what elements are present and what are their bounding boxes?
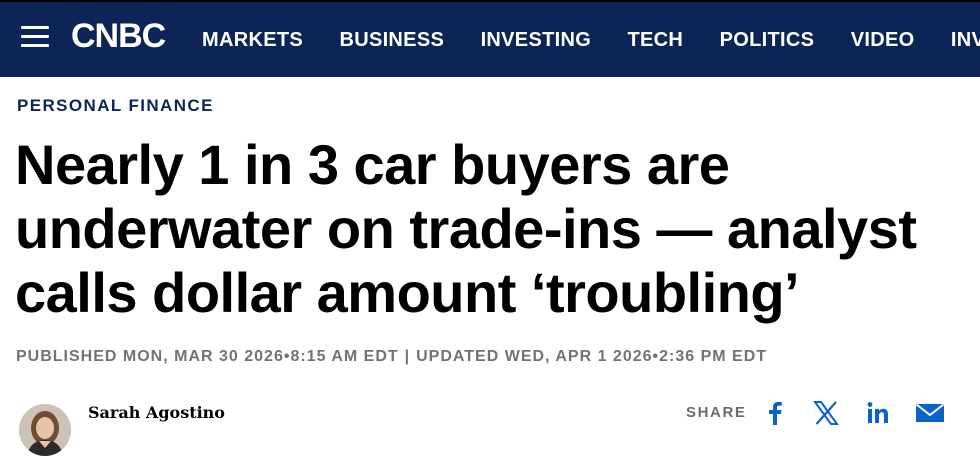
main-nav: MARKETS BUSINESS INVESTING TECH POLITICS… — [202, 29, 980, 52]
facebook-icon[interactable] — [760, 398, 790, 428]
timestamp-separator: | — [404, 348, 411, 365]
updated-time: UPDATED WED, APR 1 2026•2:36 PM EDT — [416, 348, 768, 365]
nav-item-video[interactable]: VIDEO — [851, 29, 915, 52]
article-timestamps: PUBLISHED MON, MAR 30 2026•8:15 AM EDT | U… — [16, 348, 767, 366]
cnbc-logo[interactable]: CNBC — [71, 17, 179, 55]
share-label: SHARE — [686, 404, 747, 421]
linkedin-icon[interactable] — [863, 398, 893, 428]
nav-item-tech[interactable]: TECH — [628, 29, 684, 52]
menu-icon[interactable] — [21, 26, 49, 48]
nav-item-business[interactable]: BUSINESS — [339, 29, 444, 52]
published-time: PUBLISHED MON, MAR 30 2026•8:15 AM EDT — [16, 348, 399, 365]
nav-item-investing-club[interactable]: INVESTING CLUB — [951, 29, 980, 52]
email-icon[interactable] — [915, 398, 945, 428]
nav-item-markets[interactable]: MARKETS — [202, 29, 303, 52]
article-headline: Nearly 1 in 3 car buyers are underwater … — [15, 133, 917, 324]
logo-text: CNBC — [71, 17, 166, 55]
section-label[interactable]: PERSONAL FINANCE — [17, 96, 214, 116]
author-avatar[interactable] — [19, 404, 71, 456]
author-name[interactable]: Sarah Agostino — [88, 403, 225, 422]
nav-item-politics[interactable]: POLITICS — [720, 29, 815, 52]
nav-item-investing[interactable]: INVESTING — [481, 29, 592, 52]
x-icon[interactable] — [811, 398, 841, 428]
top-navigation-bar: CNBC MARKETS BUSINESS INVESTING TECH POL… — [0, 0, 980, 77]
